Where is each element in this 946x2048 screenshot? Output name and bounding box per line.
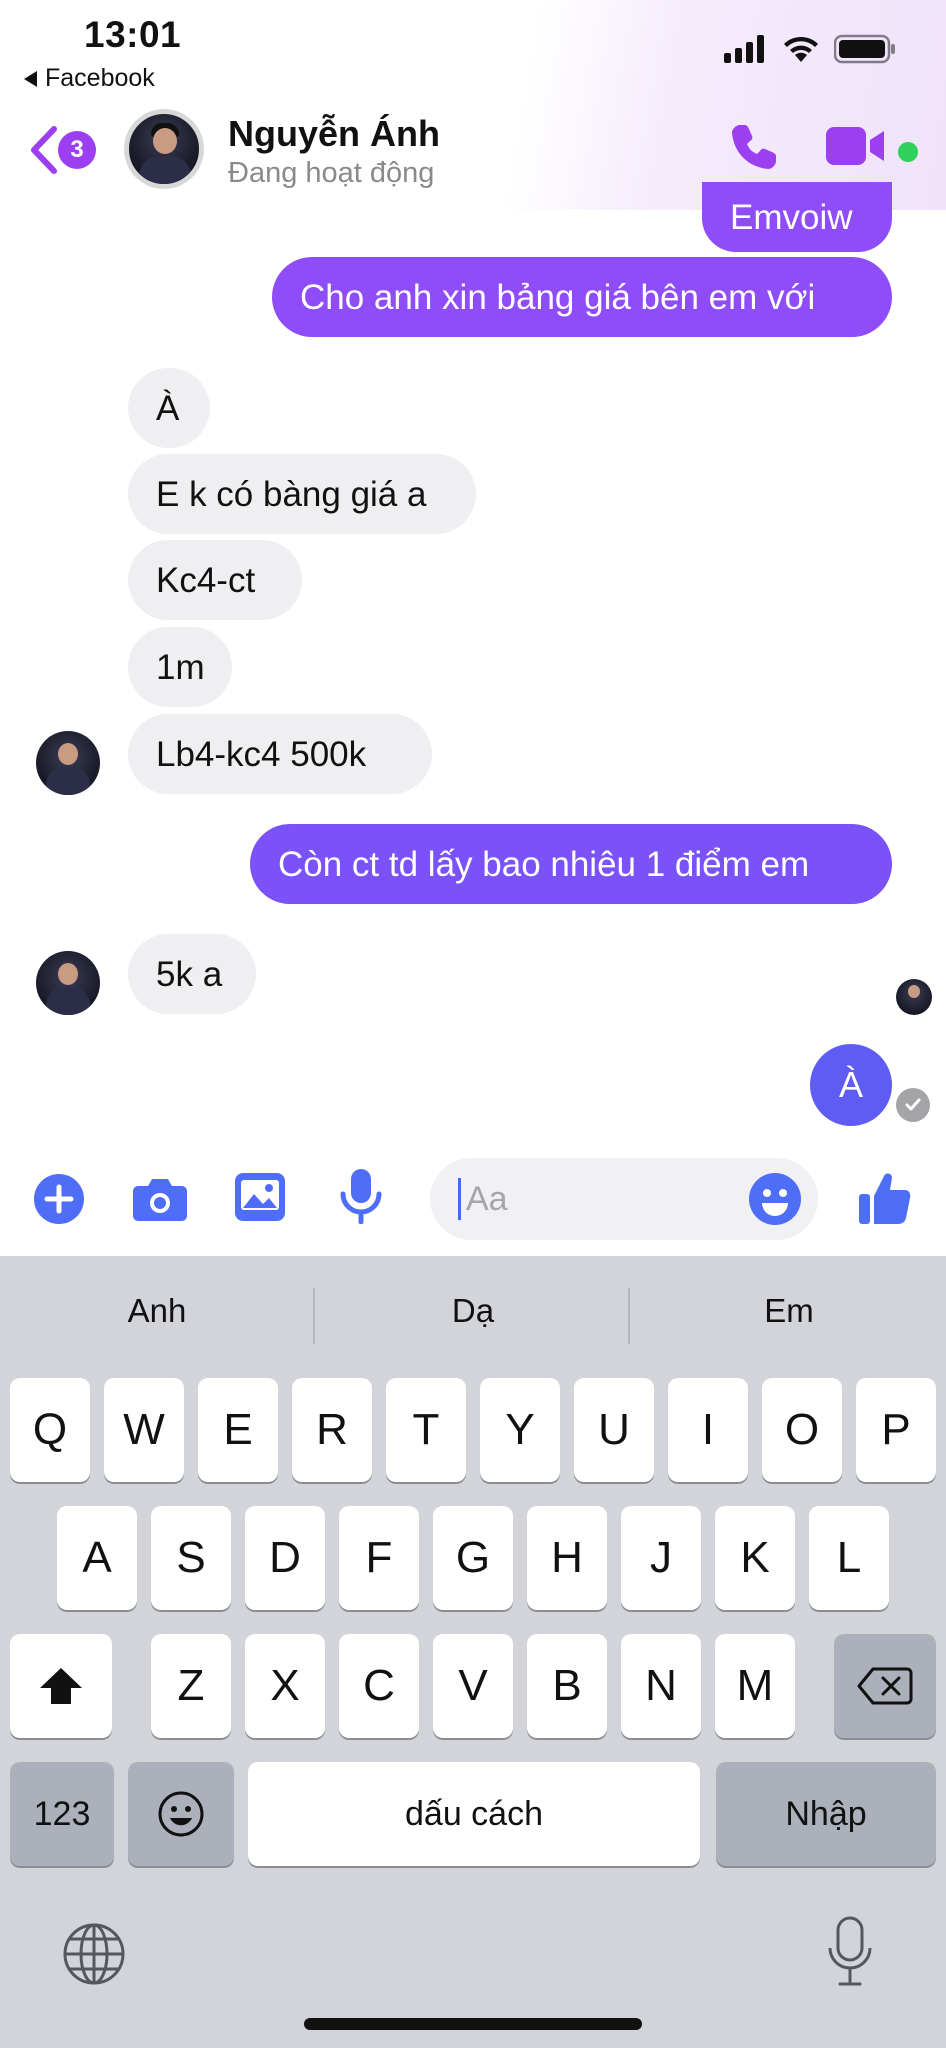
more-actions-button[interactable] [34, 1174, 84, 1229]
thumbs-up-icon [859, 1173, 911, 1224]
key-k[interactable]: K [715, 1506, 795, 1610]
battery-icon [834, 34, 895, 64]
keyboard: Anh Dạ Em Q W E R T Y U I O P A S D F G … [0, 1256, 946, 2048]
voice-call-button[interactable] [728, 121, 780, 178]
like-button[interactable] [858, 1170, 912, 1231]
key-x[interactable]: X [245, 1634, 325, 1738]
message-bubble-incoming[interactable]: E k có bàng giá a [128, 454, 476, 534]
key-v[interactable]: V [433, 1634, 513, 1738]
key-b[interactable]: B [527, 1634, 607, 1738]
suggestion-bar: Anh Dạ Em [0, 1256, 946, 1366]
key-j[interactable]: J [621, 1506, 701, 1610]
shift-key[interactable] [10, 1634, 112, 1738]
key-z[interactable]: Z [151, 1634, 231, 1738]
plus-icon [34, 1174, 84, 1224]
message-bubble-incoming[interactable]: 1m [128, 627, 232, 707]
home-indicator[interactable] [304, 2018, 642, 2030]
backspace-icon [857, 1667, 913, 1705]
key-e[interactable]: E [198, 1378, 278, 1482]
contact-avatar[interactable] [124, 109, 204, 189]
numbers-key[interactable]: 123 [10, 1762, 114, 1866]
back-app-label: Facebook [45, 64, 155, 92]
shift-icon [40, 1668, 82, 1704]
emoji-key-icon [158, 1791, 204, 1837]
online-indicator [898, 142, 918, 162]
message-input[interactable]: Aa [430, 1158, 818, 1240]
dictation-microphone-icon [828, 1916, 872, 1986]
key-o[interactable]: O [762, 1378, 842, 1482]
key-g[interactable]: G [433, 1506, 513, 1610]
message-bubble-outgoing[interactable]: Cho anh xin bảng giá bên em với [272, 257, 892, 337]
space-key[interactable]: dấu cách [248, 1762, 700, 1866]
key-p[interactable]: P [856, 1378, 936, 1482]
key-s[interactable]: S [151, 1506, 231, 1610]
message-bubble-incoming[interactable]: 5k a [128, 934, 256, 1014]
wifi-icon [784, 36, 818, 62]
return-key[interactable]: Nhập [716, 1762, 936, 1866]
back-triangle-icon [24, 70, 37, 87]
message-bubble-incoming[interactable]: À [128, 368, 210, 448]
back-to-app-link[interactable]: Facebook [24, 64, 155, 93]
message-composer: Aa [0, 1150, 946, 1256]
unread-badge: 3 [58, 131, 96, 169]
status-bar: 13:01 Facebook 3 Nguyễn Ánh Đang hoạt độ… [0, 0, 946, 210]
suggestion-3[interactable]: Em [632, 1292, 946, 1330]
key-h[interactable]: H [527, 1506, 607, 1610]
emoji-keyboard-key[interactable] [128, 1762, 234, 1866]
message-bubble-sending[interactable]: À [810, 1044, 892, 1126]
message-bubble-outgoing[interactable]: Còn ct td lấy bao nhiêu 1 điểm em [250, 824, 892, 904]
key-u[interactable]: U [574, 1378, 654, 1482]
gallery-button[interactable] [234, 1172, 286, 1227]
suggestion-2[interactable]: Dạ [316, 1292, 630, 1330]
seen-avatar [896, 979, 932, 1015]
message-input-placeholder: Aa [466, 1180, 508, 1218]
sender-avatar[interactable] [36, 731, 100, 795]
back-chevron-icon [31, 126, 57, 174]
dictation-button[interactable] [826, 1916, 874, 1993]
camera-icon [133, 1179, 187, 1221]
system-icons [724, 34, 896, 64]
clock: 13:01 [84, 14, 182, 55]
backspace-key[interactable] [834, 1634, 936, 1738]
key-c[interactable]: C [339, 1634, 419, 1738]
key-r[interactable]: R [292, 1378, 372, 1482]
camera-button[interactable] [132, 1176, 188, 1227]
message-bubble-outgoing[interactable]: Emvoiw [702, 182, 892, 252]
voice-message-button[interactable] [340, 1168, 382, 1229]
video-camera-icon [826, 127, 884, 165]
key-f[interactable]: F [339, 1506, 419, 1610]
contact-name[interactable]: Nguyễn Ánh [228, 113, 440, 155]
signal-icon [724, 35, 764, 63]
key-d[interactable]: D [245, 1506, 325, 1610]
key-i[interactable]: I [668, 1378, 748, 1482]
image-icon [235, 1173, 285, 1221]
sender-avatar[interactable] [36, 951, 100, 1015]
text-caret [458, 1178, 461, 1220]
phone-icon [732, 125, 776, 169]
suggestion-1[interactable]: Anh [0, 1292, 314, 1330]
emoji-button[interactable] [748, 1172, 802, 1231]
microphone-icon [340, 1169, 382, 1225]
key-y[interactable]: Y [480, 1378, 560, 1482]
emoji-icon [749, 1173, 801, 1225]
message-bubble-incoming[interactable]: Kc4-ct [128, 540, 302, 620]
globe-icon [63, 1923, 125, 1985]
contact-status: Đang hoạt động [228, 157, 435, 189]
key-t[interactable]: T [386, 1378, 466, 1482]
key-n[interactable]: N [621, 1634, 701, 1738]
message-bubble-incoming[interactable]: Lb4-kc4 500k [128, 714, 432, 794]
key-m[interactable]: M [715, 1634, 795, 1738]
key-w[interactable]: W [104, 1378, 184, 1482]
video-call-button[interactable] [826, 125, 888, 172]
sent-check-icon [896, 1088, 930, 1122]
key-a[interactable]: A [57, 1506, 137, 1610]
key-q[interactable]: Q [10, 1378, 90, 1482]
key-l[interactable]: L [809, 1506, 889, 1610]
back-button[interactable]: 3 [28, 125, 96, 175]
globe-button[interactable] [62, 1922, 126, 1991]
